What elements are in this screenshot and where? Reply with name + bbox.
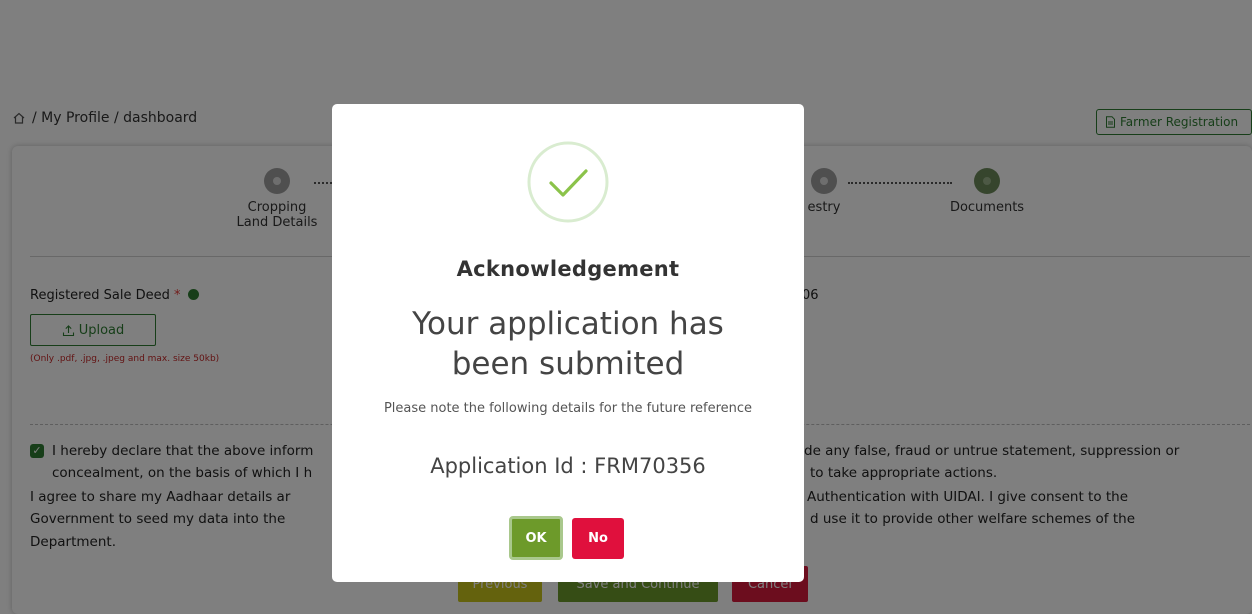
dialog-message: Your application has been submited	[332, 304, 804, 384]
dialog-title: Acknowledgement	[456, 257, 680, 281]
dialog-note: Please note the following details for th…	[383, 401, 753, 416]
acknowledgement-dialog: Acknowledgement Your application has bee…	[332, 104, 804, 582]
checkmark-circle-icon	[527, 141, 609, 223]
application-id: Application Id : FRM70356	[430, 454, 706, 478]
dialog-message-line1: Your application has	[412, 306, 724, 342]
dialog-message-line2: been submited	[451, 346, 685, 382]
ok-button[interactable]: OK	[509, 516, 563, 560]
no-button[interactable]: No	[572, 518, 624, 559]
